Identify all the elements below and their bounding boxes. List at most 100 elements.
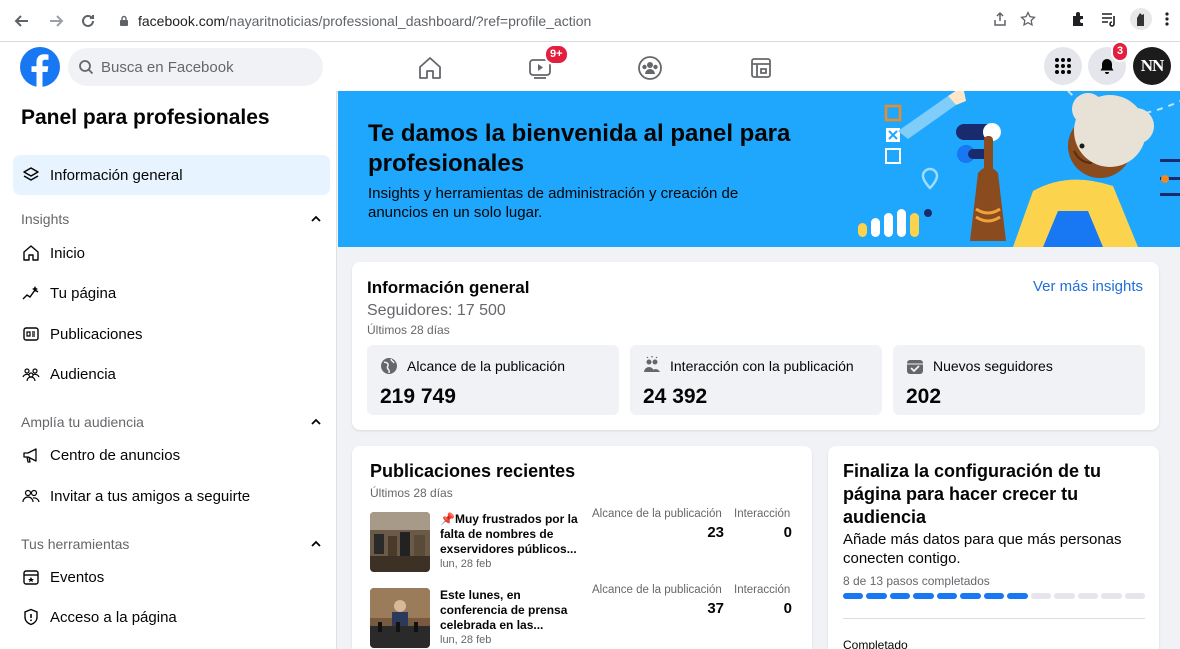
facebook-topbar: Busca en Facebook 9+ 3 NN	[0, 41, 1180, 91]
invite-friends-icon	[21, 486, 41, 506]
sidebar-item-label: Audiencia	[50, 365, 116, 383]
setup-card: Finaliza la configuración de tu página p…	[828, 446, 1159, 649]
grid-menu-icon	[1055, 58, 1071, 74]
sidebar-item-tu-pagina[interactable]: Tu página	[13, 273, 330, 313]
sidebar-item-label: Centro de anuncios	[50, 446, 181, 464]
post-text: Este lunes, en conferencia de prensa cel…	[440, 588, 568, 632]
post-reach-value: 37	[707, 600, 724, 617]
follower-check-icon	[907, 360, 923, 374]
posts-icon	[21, 324, 41, 344]
gaming-pages-icon[interactable]	[747, 54, 775, 82]
search-placeholder: Busca en Facebook	[101, 58, 234, 76]
browser-toolbar	[992, 8, 1170, 30]
metric-label: Nuevos seguidores	[933, 358, 1053, 374]
metric-reach[interactable]: Alcance de la publicación 219 749	[367, 345, 619, 415]
account-avatar[interactable]: NN	[1133, 47, 1171, 85]
post-thumbnail[interactable]	[370, 588, 430, 648]
media-queue-icon[interactable]	[1100, 10, 1118, 28]
url-path: /nayaritnoticias/professional_dashboard/…	[225, 13, 592, 29]
sidebar-item-eventos[interactable]: Eventos	[13, 557, 330, 597]
shield-icon	[21, 607, 41, 627]
progress-segment	[1124, 593, 1146, 599]
setup-completed-label[interactable]: Completado	[843, 638, 908, 649]
col-reach-header: Alcance de la publicación	[592, 584, 722, 596]
audience-people-icon	[21, 364, 41, 384]
kebab-menu-icon[interactable]	[1164, 11, 1170, 27]
back-arrow-icon[interactable]	[8, 7, 36, 35]
bookmark-star-icon[interactable]	[1020, 11, 1036, 27]
overview-period: Últimos 28 días	[367, 323, 450, 337]
chevron-up-icon	[311, 418, 321, 425]
sidebar-title: Panel para profesionales	[21, 106, 270, 129]
section-insights-header[interactable]: Insights	[21, 211, 321, 227]
share-icon[interactable]	[992, 11, 1008, 27]
groups-icon[interactable]	[636, 54, 664, 82]
sidebar-item-label: Eventos	[50, 568, 105, 586]
url-domain: facebook.com	[138, 13, 226, 29]
setup-progress-bar	[843, 593, 1146, 599]
chevron-up-icon	[311, 540, 321, 547]
setup-steps-text: 8 de 13 pasos completados	[843, 574, 990, 588]
forward-arrow-icon[interactable]	[42, 7, 70, 35]
section-insights-label: Insights	[21, 211, 70, 227]
home-outline-icon	[21, 243, 41, 263]
sidebar-item-label: Publicaciones	[50, 325, 143, 343]
chevron-up-icon	[311, 215, 321, 222]
post-date: lun, 28 feb	[440, 634, 492, 646]
calendar-star-icon	[21, 567, 41, 587]
post-text: 📌Muy frustrados por la falta de nombres …	[440, 512, 578, 556]
col-interaction-header: Interacción	[734, 508, 791, 520]
post-date: lun, 28 feb	[440, 558, 492, 570]
sidebar-item-general[interactable]: Información general	[13, 155, 330, 195]
post-interaction-value: 0	[783, 600, 792, 617]
search-icon	[79, 60, 94, 75]
banner-illustration-icon	[858, 91, 1180, 247]
post-thumbnail[interactable]	[370, 512, 430, 572]
section-tools-header[interactable]: Tus herramientas	[21, 536, 321, 552]
globe-icon	[381, 358, 397, 374]
overview-card: Información general Ver más insights Seg…	[352, 262, 1159, 430]
extensions-puzzle-icon[interactable]	[1070, 10, 1088, 28]
sidebar-item-label: Invitar a tus amigos a seguirte	[50, 487, 251, 505]
sidebar-item-publicaciones[interactable]: Publicaciones	[13, 314, 330, 354]
progress-segment	[936, 593, 958, 599]
address-bar[interactable]: facebook.com/nayaritnoticias/professiona…	[110, 7, 970, 35]
sidebar-item-label: Tu página	[50, 284, 117, 302]
watch-badge: 9+	[544, 44, 569, 65]
banner-title: Te damos la bienvenida al panel para pro…	[368, 120, 791, 177]
recent-posts-card: Publicaciones recientes Últimos 28 días …	[352, 446, 812, 649]
metric-new-followers[interactable]: Nuevos seguidores 202	[893, 345, 1145, 415]
search-input[interactable]: Busca en Facebook	[68, 48, 323, 86]
post-row[interactable]: 📌Muy frustrados por la falta de nombres …	[370, 508, 800, 582]
setup-description: Añade más datos para que más personas co…	[843, 531, 1122, 567]
post-row[interactable]: Este lunes, en conferencia de prensa cel…	[370, 584, 800, 649]
section-audience-header[interactable]: Amplía tu audiencia	[21, 414, 321, 430]
section-audience-label: Amplía tu audiencia	[21, 414, 144, 430]
browser-chrome: facebook.com/nayaritnoticias/professiona…	[0, 0, 1180, 42]
profile-avatar-icon[interactable]	[1130, 8, 1152, 30]
layers-icon	[21, 165, 41, 185]
progress-segment	[983, 593, 1005, 599]
menu-grid-button[interactable]	[1044, 47, 1082, 85]
sidebar-item-inicio[interactable]: Inicio	[13, 233, 330, 273]
sidebar-item-label: Información general	[50, 166, 183, 184]
sidebar-item-audiencia[interactable]: Audiencia	[13, 354, 330, 394]
recent-posts-title: Publicaciones recientes	[370, 461, 576, 481]
progress-segment	[1077, 593, 1099, 599]
sidebar-item-acceso-pagina[interactable]: Acceso a la página	[13, 597, 330, 637]
interaction-people-icon	[644, 356, 660, 372]
lock-icon	[120, 15, 128, 26]
reload-icon[interactable]	[74, 7, 102, 35]
recent-posts-period: Últimos 28 días	[370, 486, 453, 500]
post-interaction-value: 0	[783, 524, 792, 541]
progress-segment	[1030, 593, 1052, 599]
facebook-logo-icon[interactable]	[20, 47, 60, 87]
progress-segment	[843, 593, 864, 599]
see-more-insights-link[interactable]: Ver más insights	[1033, 278, 1143, 295]
metric-interaction[interactable]: Interacción con la publicación 24 392	[630, 345, 882, 415]
sidebar-item-centro-anuncios[interactable]: Centro de anuncios	[13, 435, 330, 475]
sidebar-item-invitar-amigos[interactable]: Invitar a tus amigos a seguirte	[13, 476, 330, 516]
banner-subtitle: Insights y herramientas de administració…	[368, 185, 739, 221]
home-icon[interactable]	[416, 54, 444, 82]
progress-segment	[889, 593, 911, 599]
